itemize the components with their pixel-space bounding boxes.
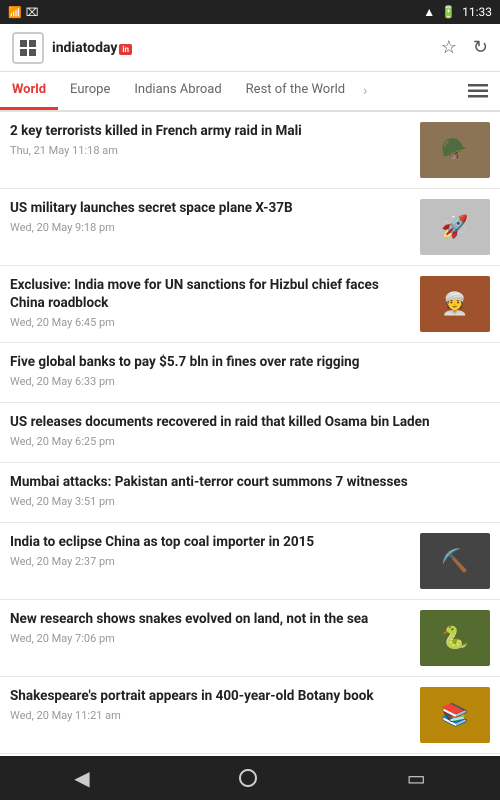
wifi-status-icon: ▲: [423, 5, 435, 19]
tab-indians-abroad[interactable]: Indians Abroad: [122, 72, 233, 110]
news-item-1[interactable]: 2 key terrorists killed in French army r…: [0, 112, 500, 189]
recents-button[interactable]: ▭: [407, 766, 426, 791]
news-title-7: India to eclipse China as top coal impor…: [10, 533, 412, 551]
news-item-8[interactable]: New research shows snakes evolved on lan…: [0, 600, 500, 677]
back-button[interactable]: ◀: [74, 766, 89, 791]
hamburger-icon: [468, 83, 488, 99]
news-content-3: Exclusive: India move for UN sanctions f…: [10, 276, 420, 329]
news-thumb-8: 🐍: [420, 610, 490, 666]
grid-icon: [18, 38, 38, 58]
news-item-4[interactable]: Five global banks to pay $5.7 bln in fin…: [0, 343, 500, 403]
logo-text: indiatodayin: [52, 40, 132, 56]
news-time-7: Wed, 20 May 2:37 pm: [10, 555, 412, 568]
news-list: 2 key terrorists killed in French army r…: [0, 112, 500, 756]
news-title-4: Five global banks to pay $5.7 bln in fin…: [10, 353, 482, 371]
app-bar-right: ☆ ↻: [441, 37, 488, 58]
status-time: 11:33: [462, 5, 492, 19]
news-title-6: Mumbai attacks: Pakistan anti-terror cou…: [10, 473, 482, 491]
news-thumb-2: 🚀: [420, 199, 490, 255]
bottom-nav: ◀ ▭: [0, 756, 500, 800]
tab-overflow-menu[interactable]: [456, 72, 500, 110]
news-time-2: Wed, 20 May 9:18 pm: [10, 221, 412, 234]
status-left: 📶 ⌧: [8, 6, 38, 19]
news-item-2[interactable]: US military launches secret space plane …: [0, 189, 500, 266]
tab-scroll-right[interactable]: ›: [357, 72, 373, 110]
news-item-7[interactable]: India to eclipse China as top coal impor…: [0, 523, 500, 600]
status-right: ▲ 🔋 11:33: [423, 5, 492, 19]
news-thumb-3: 👳: [420, 276, 490, 332]
news-content-1: 2 key terrorists killed in French army r…: [10, 122, 420, 157]
status-bar: 📶 ⌧ ▲ 🔋 11:33: [0, 0, 500, 24]
news-time-5: Wed, 20 May 6:25 pm: [10, 435, 482, 448]
star-button[interactable]: ☆: [441, 37, 457, 58]
news-content-4: Five global banks to pay $5.7 bln in fin…: [10, 353, 490, 388]
news-item-3[interactable]: Exclusive: India move for UN sanctions f…: [0, 266, 500, 343]
news-content-5: US releases documents recovered in raid …: [10, 413, 490, 448]
logo-badge: in: [119, 44, 132, 55]
news-time-6: Wed, 20 May 3:51 pm: [10, 495, 482, 508]
refresh-button[interactable]: ↻: [473, 37, 488, 58]
news-content-2: US military launches secret space plane …: [10, 199, 420, 234]
news-thumb-9: 📚: [420, 687, 490, 743]
tab-bar: World Europe Indians Abroad Rest of the …: [0, 72, 500, 112]
news-item-6[interactable]: Mumbai attacks: Pakistan anti-terror cou…: [0, 463, 500, 523]
tab-world[interactable]: World: [0, 72, 58, 110]
tab-europe[interactable]: Europe: [58, 72, 122, 110]
news-title-9: Shakespeare's portrait appears in 400-ye…: [10, 687, 412, 705]
news-time-1: Thu, 21 May 11:18 am: [10, 144, 412, 157]
wifi-icon: ⌧: [26, 6, 39, 19]
news-title-2: US military launches secret space plane …: [10, 199, 412, 217]
news-title-3: Exclusive: India move for UN sanctions f…: [10, 276, 412, 312]
news-time-9: Wed, 20 May 11:21 am: [10, 709, 412, 722]
menu-icon[interactable]: [12, 32, 44, 64]
home-button[interactable]: [238, 768, 258, 788]
app-bar-left: indiatodayin: [12, 32, 132, 64]
news-thumb-1: 🪖: [420, 122, 490, 178]
app-bar: indiatodayin ☆ ↻: [0, 24, 500, 72]
home-circle-icon: [238, 768, 258, 788]
news-item-9[interactable]: Shakespeare's portrait appears in 400-ye…: [0, 677, 500, 754]
tab-rest-of-world[interactable]: Rest of the World: [234, 72, 357, 110]
news-time-4: Wed, 20 May 6:33 pm: [10, 375, 482, 388]
news-title-8: New research shows snakes evolved on lan…: [10, 610, 412, 628]
news-content-9: Shakespeare's portrait appears in 400-ye…: [10, 687, 420, 722]
battery-icon: 🔋: [441, 5, 456, 19]
news-thumb-7: ⛏️: [420, 533, 490, 589]
news-time-3: Wed, 20 May 6:45 pm: [10, 316, 412, 329]
news-title-1: 2 key terrorists killed in French army r…: [10, 122, 412, 140]
news-time-8: Wed, 20 May 7:06 pm: [10, 632, 412, 645]
news-title-5: US releases documents recovered in raid …: [10, 413, 482, 431]
news-content-7: India to eclipse China as top coal impor…: [10, 533, 420, 568]
news-item-5[interactable]: US releases documents recovered in raid …: [0, 403, 500, 463]
news-content-6: Mumbai attacks: Pakistan anti-terror cou…: [10, 473, 490, 508]
news-content-8: New research shows snakes evolved on lan…: [10, 610, 420, 645]
signal-icon: 📶: [8, 6, 22, 19]
